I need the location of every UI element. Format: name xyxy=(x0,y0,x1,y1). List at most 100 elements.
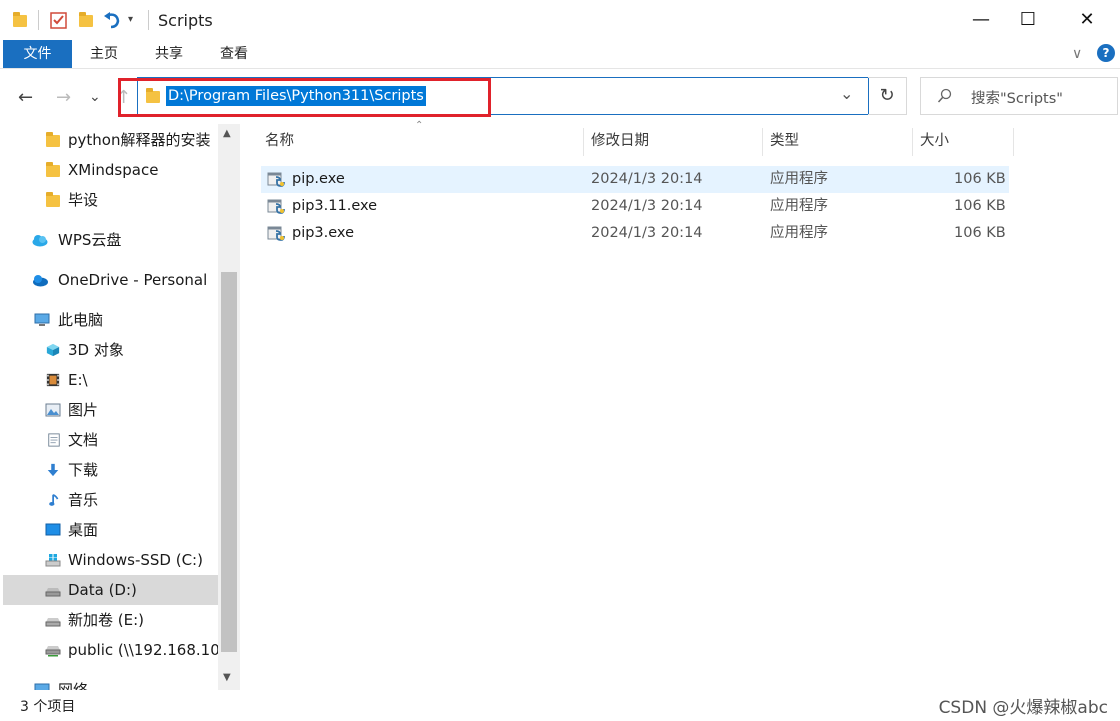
sidebar-item-label: 下载 xyxy=(68,461,99,479)
network-icon xyxy=(34,683,50,690)
undo-icon[interactable] xyxy=(102,11,122,29)
folder-icon xyxy=(46,132,60,147)
sidebar-item-label: Windows-SSD (C:) xyxy=(68,551,203,569)
picture-icon xyxy=(45,403,61,417)
ribbon-tabs: 文件 主页 共享 查看 ∨ ? xyxy=(0,40,1120,69)
sidebar-item-label: python解释器的安装 xyxy=(68,131,211,149)
file-list-scrollbar[interactable] xyxy=(1098,124,1120,690)
file-size: 106 KB xyxy=(954,198,1006,214)
file-size: 106 KB xyxy=(954,171,1006,187)
sidebar-item-label: E:\ xyxy=(68,371,88,389)
sidebar-item-documents[interactable]: 文档 xyxy=(0,425,218,455)
window-title: Scripts xyxy=(158,11,213,30)
tab-view[interactable]: 查看 xyxy=(220,40,248,68)
file-type: 应用程序 xyxy=(770,171,828,187)
column-header-modified[interactable]: 修改日期 xyxy=(591,126,649,156)
forward-button[interactable]: → xyxy=(56,87,71,108)
exe-file-icon xyxy=(267,172,285,187)
file-size: 106 KB xyxy=(954,225,1006,241)
recent-locations-button[interactable]: ⌄ xyxy=(89,89,101,105)
tab-home[interactable]: 主页 xyxy=(90,40,118,68)
watermark: CSDN @火爆辣椒abc xyxy=(938,698,1108,718)
ribbon-expand-icon[interactable]: ∨ xyxy=(1072,40,1082,68)
file-row[interactable]: pip3.exe 2024/1/3 20:14 应用程序 106 KB xyxy=(261,220,1009,247)
sidebar-item-windows-ssd[interactable]: Windows-SSD (C:) xyxy=(0,545,218,575)
sidebar-item-e-videos[interactable]: E:\ xyxy=(0,365,218,395)
navigation-pane: python解释器的安装 XMindspace 毕设 WPS云盘 OneDriv… xyxy=(0,124,240,690)
column-header-type[interactable]: 类型 xyxy=(770,126,799,156)
cube-icon xyxy=(46,343,60,357)
film-icon xyxy=(46,373,60,387)
scroll-up-icon[interactable]: ▲ xyxy=(223,128,231,139)
sidebar-item-music[interactable]: 音乐 xyxy=(0,485,218,515)
search-box[interactable]: 搜索"Scripts" xyxy=(920,77,1118,115)
scrollbar-thumb[interactable] xyxy=(221,272,237,652)
file-type: 应用程序 xyxy=(770,225,828,241)
column-divider[interactable] xyxy=(1013,128,1014,156)
sidebar-item-3d-objects[interactable]: 3D 对象 xyxy=(0,335,218,365)
sidebar-item-python-install[interactable]: python解释器的安装 xyxy=(0,125,218,155)
sidebar-item-desktop[interactable]: 桌面 xyxy=(0,515,218,545)
file-modified: 2024/1/3 20:14 xyxy=(591,171,703,187)
exe-file-icon xyxy=(267,226,285,241)
sidebar-item-this-pc[interactable]: 此电脑 xyxy=(0,305,218,335)
title-bar: ▾ Scripts — ☐ ✕ xyxy=(0,0,1120,40)
sidebar-item-downloads[interactable]: 下载 xyxy=(0,455,218,485)
sidebar-item-label: 文档 xyxy=(68,431,99,449)
new-folder-icon[interactable] xyxy=(78,11,94,29)
file-type: 应用程序 xyxy=(770,198,828,214)
file-name: pip.exe xyxy=(292,171,345,187)
onedrive-icon xyxy=(33,275,48,287)
sidebar-item-label: 图片 xyxy=(68,401,99,419)
divider xyxy=(38,10,39,30)
search-icon xyxy=(937,88,952,103)
exe-file-icon xyxy=(267,199,285,214)
file-row[interactable]: pip.exe 2024/1/3 20:14 应用程序 106 KB xyxy=(261,166,1009,193)
file-row[interactable]: pip3.11.exe 2024/1/3 20:14 应用程序 106 KB xyxy=(261,193,1009,220)
column-divider[interactable] xyxy=(762,128,763,156)
sidebar-item-new-volume-e[interactable]: 新加卷 (E:) xyxy=(0,605,218,635)
sidebar-item-label: 桌面 xyxy=(68,521,99,539)
file-modified: 2024/1/3 20:14 xyxy=(591,198,703,214)
file-modified: 2024/1/3 20:14 xyxy=(591,225,703,241)
address-dropdown-icon[interactable]: ⌄ xyxy=(840,84,853,103)
folder-icon xyxy=(46,162,60,177)
search-input[interactable]: 搜索"Scripts" xyxy=(971,87,1063,108)
refresh-button[interactable]: ↻ xyxy=(868,77,907,115)
tab-file[interactable]: 文件 xyxy=(3,40,72,68)
maximize-button[interactable]: ☐ xyxy=(1005,4,1051,36)
properties-icon[interactable] xyxy=(50,11,68,29)
sidebar-item-xmindspace[interactable]: XMindspace xyxy=(0,155,218,185)
minimize-button[interactable]: — xyxy=(958,4,1004,36)
sidebar-item-label: 3D 对象 xyxy=(68,341,124,359)
file-list: ⌃ 名称 修改日期 类型 大小 pip.exe 2024/1/3 20:14 应… xyxy=(241,120,1120,690)
windows-drive-icon xyxy=(45,554,61,567)
column-header-size[interactable]: 大小 xyxy=(920,126,949,156)
sort-ascending-icon: ⌃ xyxy=(415,120,424,131)
item-count: 3 个项目 xyxy=(20,699,76,715)
sidebar-item-pictures[interactable]: 图片 xyxy=(0,395,218,425)
sidebar-item-data-d[interactable]: Data (D:) xyxy=(3,575,218,605)
column-header-name[interactable]: 名称 xyxy=(265,126,294,156)
sidebar-item-wps-cloud[interactable]: WPS云盘 xyxy=(0,225,218,255)
column-divider[interactable] xyxy=(912,128,913,156)
close-button[interactable]: ✕ xyxy=(1064,4,1110,36)
sidebar-item-label: public (\\192.168.10. xyxy=(68,641,225,659)
scroll-down-icon[interactable]: ▼ xyxy=(223,672,231,683)
sidebar-item-thesis[interactable]: 毕设 xyxy=(0,185,218,215)
help-icon[interactable]: ? xyxy=(1097,44,1115,62)
sidebar-item-onedrive[interactable]: OneDrive - Personal xyxy=(0,265,218,295)
sidebar-item-network[interactable]: 网络 xyxy=(0,675,218,690)
sidebar-item-label: Data (D:) xyxy=(68,581,137,599)
sidebar-item-label: 毕设 xyxy=(68,191,99,209)
column-divider[interactable] xyxy=(583,128,584,156)
tab-share[interactable]: 共享 xyxy=(155,40,183,68)
sidebar-item-public-network[interactable]: public (\\192.168.10. xyxy=(0,635,225,665)
back-button[interactable]: ← xyxy=(18,87,33,108)
sidebar-scrollbar[interactable]: ▲ ▼ xyxy=(218,124,240,690)
sidebar-item-label: 新加卷 (E:) xyxy=(68,611,145,629)
music-icon xyxy=(49,493,59,506)
cloud-icon xyxy=(32,235,48,247)
customize-toolbar-icon[interactable]: ▾ xyxy=(128,14,133,25)
sidebar-item-label: OneDrive - Personal xyxy=(58,271,208,289)
